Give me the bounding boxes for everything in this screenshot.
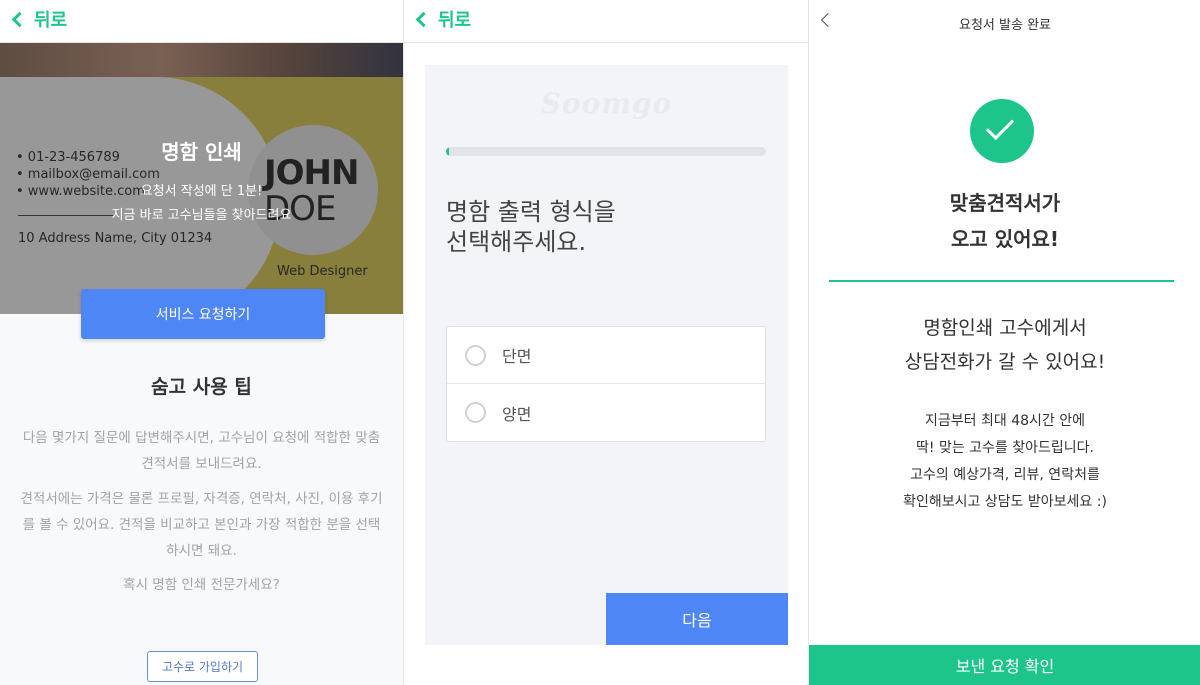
top-bar: 뒤로: [0, 0, 403, 43]
request-sent-screen: 요청서 발송 완료 맞춤견적서가 오고 있어요! 명함인쇄 고수에게서 상담전화…: [808, 0, 1200, 685]
tips-paragraph: 견적서에는 가격은 물론 프로필, 자격증, 연락처, 사진, 이용 후기를 볼…: [20, 491, 383, 559]
tips-title: 숨고 사용 팁: [151, 376, 252, 398]
divider: [829, 280, 1174, 282]
detail-text: 지금부터 최대 48시간 안에 딱! 맞는 고수를 찾아드립니다. 고수의 예상…: [903, 413, 1107, 510]
view-sent-requests-button[interactable]: 보낸 요청 확인: [809, 645, 1200, 685]
top-bar: 요청서 발송 완료: [809, 0, 1200, 43]
back-button[interactable]: 뒤로: [8, 5, 67, 33]
hero-subtitle-1: 요청서 작성에 단 1분!: [140, 184, 263, 199]
checkmark-icon: [985, 111, 1015, 141]
hero-subtitle-2: 지금 바로 고수님들을 찾아드려요: [111, 208, 292, 223]
question-card: Soomgo 명함 출력 형식을 선택해주세요. 단면 양면: [425, 65, 788, 645]
pro-question: 혹시 명함 인쇄 전문가세요?: [123, 577, 280, 593]
hero-banner: • 01-23-456789 • mailbox@email.com • www…: [0, 43, 403, 314]
option-double-sided[interactable]: 양면: [447, 384, 765, 441]
option-label: 단면: [502, 347, 532, 366]
progress-fill: [446, 147, 450, 156]
question-text: 명함 출력 형식을 선택해주세요.: [446, 198, 616, 256]
radio-button[interactable]: [465, 344, 486, 366]
option-single-sided[interactable]: 단면: [447, 327, 765, 384]
option-list: 단면 양면: [446, 326, 766, 442]
tips-paragraph: 다음 몇가지 질문에 답변해주시면, 고수님이 요청에 적합한 맞춤 견적서를 …: [22, 430, 381, 472]
hero-title: 명함 인쇄: [161, 140, 242, 164]
service-intro-screen: • 01-23-456789 • mailbox@email.com • www…: [0, 0, 403, 685]
hero-dark-overlay: [0, 43, 403, 314]
progress-bar: [446, 147, 766, 156]
option-label: 양면: [502, 404, 532, 424]
question-screen: 뒤로 Soomgo 명함 출력 형식을 선택해주세요. 단면 양면 다음: [403, 0, 808, 685]
radio-button[interactable]: [465, 402, 486, 423]
soomgo-logo: Soomgo: [540, 87, 673, 120]
success-check-icon: [970, 99, 1034, 163]
call-notice: 명함인쇄 고수에게서 상담전화가 갈 수 있어요!: [904, 317, 1106, 373]
chevron-left-icon: [415, 11, 432, 27]
chevron-left-icon: [11, 11, 28, 27]
join-as-pro-button[interactable]: 고수로 가입하기: [147, 651, 258, 682]
request-service-button[interactable]: 서비스 요청하기: [81, 289, 325, 339]
page-title: 요청서 발송 완료: [959, 18, 1051, 33]
back-label: 뒤로: [438, 10, 472, 31]
back-label: 뒤로: [34, 10, 68, 31]
top-bar: 뒤로: [404, 0, 808, 43]
next-button[interactable]: 다음: [606, 593, 788, 645]
back-button[interactable]: 뒤로: [412, 5, 471, 33]
success-title: 맞춤견적서가 오고 있어요!: [949, 191, 1061, 251]
